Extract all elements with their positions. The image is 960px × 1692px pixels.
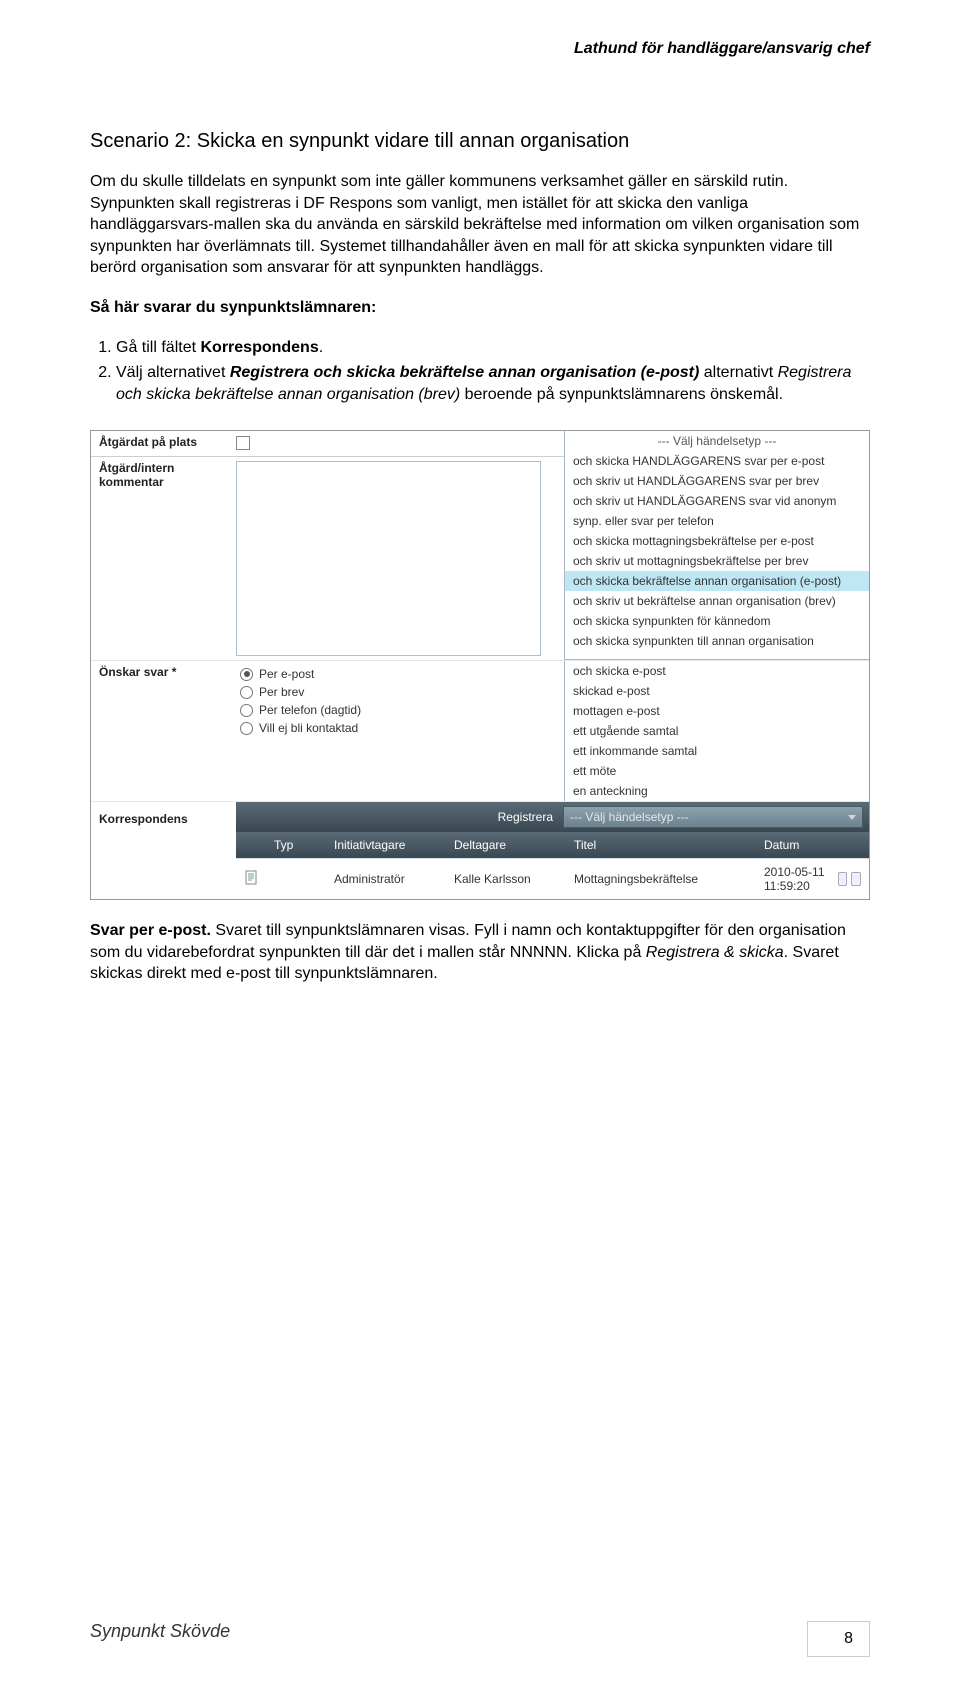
page-number: 8 <box>807 1621 870 1657</box>
radio-group: Per e-post Per brev Per telefon (dagtid)… <box>236 661 564 741</box>
list-item: Gå till fältet Korrespondens. <box>116 337 870 359</box>
dropdown-option[interactable]: och skriv ut mottagningsbekräftelse per … <box>565 551 869 571</box>
radio-icon <box>240 668 253 681</box>
instruction-list: Gå till fältet Korrespondens. Välj alter… <box>116 337 870 406</box>
radio-option-brev[interactable]: Per brev <box>240 683 564 701</box>
radio-option-epost[interactable]: Per e-post <box>240 665 564 683</box>
row-kommentar: Åtgärd/intern kommentar <box>91 457 564 660</box>
cell-titel: Mottagningsbekräftelse <box>566 866 756 892</box>
row-korrespondens: Korrespondens Registrera --- Välj händel… <box>91 802 869 899</box>
paragraph-3: Svar per e-post. Svaret till synpunktslä… <box>90 920 870 985</box>
magnifier-icon[interactable] <box>838 872 848 886</box>
dropdown-option[interactable]: en anteckning <box>565 781 869 801</box>
radio-label: Per telefon (dagtid) <box>259 703 361 717</box>
cell-delt: Kalle Karlsson <box>446 866 566 892</box>
event-type-dropdown-2[interactable]: och skicka e-post skickad e-post mottage… <box>564 661 869 801</box>
dropdown-option[interactable]: och skriv ut HANDLÄGGARENS svar per brev <box>565 471 869 491</box>
table-header: Typ Initiativtagare Deltagare Titel Datu… <box>236 832 869 858</box>
text: . <box>319 339 323 356</box>
textarea-cell <box>236 457 564 660</box>
radio-option-telefon[interactable]: Per telefon (dagtid) <box>240 701 564 719</box>
chevron-down-icon <box>848 815 856 820</box>
register-select[interactable]: --- Välj händelsetyp --- <box>563 806 863 828</box>
checkbox-cell <box>236 431 564 454</box>
table-row[interactable]: Administratör Kalle Karlsson Mottagnings… <box>236 858 869 899</box>
dropdown-option[interactable]: och skriv ut bekräftelse annan organisat… <box>565 591 869 611</box>
text-bold-italic: Registrera och skicka bekräftelse annan … <box>230 364 699 381</box>
cell-datum: 2010-05-11 11:59:20 <box>756 859 869 899</box>
event-type-dropdown[interactable]: --- Välj händelsetyp --- och skicka HAND… <box>564 431 869 660</box>
th-delt: Deltagare <box>446 832 566 858</box>
dropdown-option[interactable]: ett möte <box>565 761 869 781</box>
dropdown-option[interactable]: och skicka synpunkten för kännedom <box>565 611 869 631</box>
page-header-right: Lathund för handläggare/ansvarig chef <box>574 40 870 58</box>
form-screenshot: Åtgärdat på plats Åtgärd/intern kommenta… <box>90 430 870 900</box>
label-atgardat: Åtgärdat på plats <box>91 431 236 453</box>
dropdown-option-selected[interactable]: och skicka bekräftelse annan organisatio… <box>565 571 869 591</box>
dropdown-option[interactable]: synp. eller svar per telefon <box>565 511 869 531</box>
dropdown-option[interactable]: ett utgående samtal <box>565 721 869 741</box>
dropdown-option[interactable]: ett inkommande samtal <box>565 741 869 761</box>
kommentar-textarea[interactable] <box>236 461 541 656</box>
datum-text: 2010-05-11 11:59:20 <box>764 865 834 893</box>
th-titel: Titel <box>566 832 756 858</box>
footer-left: Synpunkt Skövde <box>90 1621 230 1642</box>
korr-content: Registrera --- Välj händelsetyp --- Typ … <box>236 802 869 899</box>
label-onskar: Önskar svar * <box>91 661 236 683</box>
register-label: Registrera <box>242 810 563 824</box>
paragraph-1: Om du skulle tilldelats en synpunkt som … <box>90 171 870 279</box>
row-atgardat: Åtgärdat på plats <box>91 431 564 457</box>
label-kommentar: Åtgärd/intern kommentar <box>91 457 236 493</box>
dropdown-option[interactable]: och skicka mottagningsbekräftelse per e-… <box>565 531 869 551</box>
cell-init: Administratör <box>326 866 446 892</box>
label-korrespondens: Korrespondens <box>91 802 236 899</box>
row-onskar: Önskar svar * Per e-post Per brev Per te… <box>91 661 869 802</box>
text-bold: Svar per e-post. <box>90 922 211 939</box>
text: alternativt <box>699 364 777 381</box>
cell-typ <box>266 873 326 885</box>
select-value: --- Välj händelsetyp --- <box>570 810 689 824</box>
radio-option-ej-kontakt[interactable]: Vill ej bli kontaktad <box>240 719 564 737</box>
paragraph-2-bold: Så här svarar du synpunktslämnaren: <box>90 297 870 319</box>
register-bar: Registrera --- Välj händelsetyp --- <box>236 802 869 832</box>
dropdown-option[interactable]: och skicka e-post <box>565 661 869 681</box>
radio-icon <box>240 722 253 735</box>
radio-label: Per e-post <box>259 667 314 681</box>
list-item: Välj alternativet Registrera och skicka … <box>116 362 870 405</box>
dropdown-option[interactable]: och skicka HANDLÄGGARENS svar per e-post <box>565 451 869 471</box>
text: beroende på synpunktslämnarens önskemål. <box>460 386 783 403</box>
radio-icon <box>240 704 253 717</box>
left-column: Åtgärdat på plats Åtgärd/intern kommenta… <box>91 431 564 660</box>
text: Välj alternativet <box>116 364 230 381</box>
section-heading: Scenario 2: Skicka en synpunkt vidare ti… <box>90 130 870 153</box>
text: Gå till fältet <box>116 339 200 356</box>
th-init: Initiativtagare <box>326 832 446 858</box>
dropdown-option[interactable]: och skicka synpunkten till annan organis… <box>565 631 869 651</box>
th-datum: Datum <box>756 832 869 858</box>
delete-icon[interactable] <box>851 872 861 886</box>
checkbox-atgardat[interactable] <box>236 436 250 450</box>
radio-label: Vill ej bli kontaktad <box>259 721 358 735</box>
dropdown-heading: --- Välj händelsetyp --- <box>565 431 869 451</box>
radio-icon <box>240 686 253 699</box>
dropdown-option[interactable]: och skriv ut HANDLÄGGARENS svar vid anon… <box>565 491 869 511</box>
document-body: Scenario 2: Skicka en synpunkt vidare ti… <box>90 130 870 985</box>
radio-label: Per brev <box>259 685 304 699</box>
top-section: Åtgärdat på plats Åtgärd/intern kommenta… <box>91 431 869 661</box>
th-icon <box>236 832 266 858</box>
dropdown-option[interactable]: mottagen e-post <box>565 701 869 721</box>
text-bold: Korrespondens <box>200 339 318 356</box>
text-italic: Registrera & skicka <box>646 944 784 961</box>
page-icon <box>244 870 260 886</box>
th-typ: Typ <box>266 832 326 858</box>
cell-icon <box>236 864 266 895</box>
dropdown-option[interactable]: skickad e-post <box>565 681 869 701</box>
